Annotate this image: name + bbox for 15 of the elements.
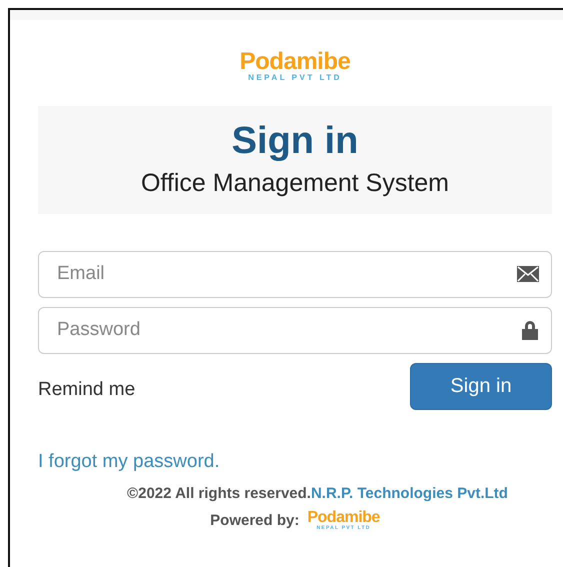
page-subtitle: Office Management System <box>140 169 449 198</box>
logo-tagline: NEPAL PVT LTD <box>248 74 342 83</box>
sign-in-button[interactable]: Sign in <box>410 362 552 410</box>
powered-by-label: Powered by: <box>210 512 300 530</box>
password-field[interactable]: Password <box>38 306 552 354</box>
forgot-password-link[interactable]: I forgot my password. <box>38 450 220 473</box>
lock-icon <box>521 320 539 340</box>
copyright-text: ©2022 All rights reserved.N.R.P. Technologies Pvt.Ltd <box>126 484 508 502</box>
envelope-icon <box>517 266 539 282</box>
logo-name: Podamibe <box>307 510 380 526</box>
company-link[interactable]: N.R.P. Technologies Pvt.Ltd <box>310 484 508 502</box>
remind-me-label: Remind me <box>38 379 136 402</box>
page-title: Sign in <box>232 121 358 164</box>
email-field[interactable]: Email <box>38 250 552 298</box>
logo-name: Podamibe <box>240 50 350 74</box>
